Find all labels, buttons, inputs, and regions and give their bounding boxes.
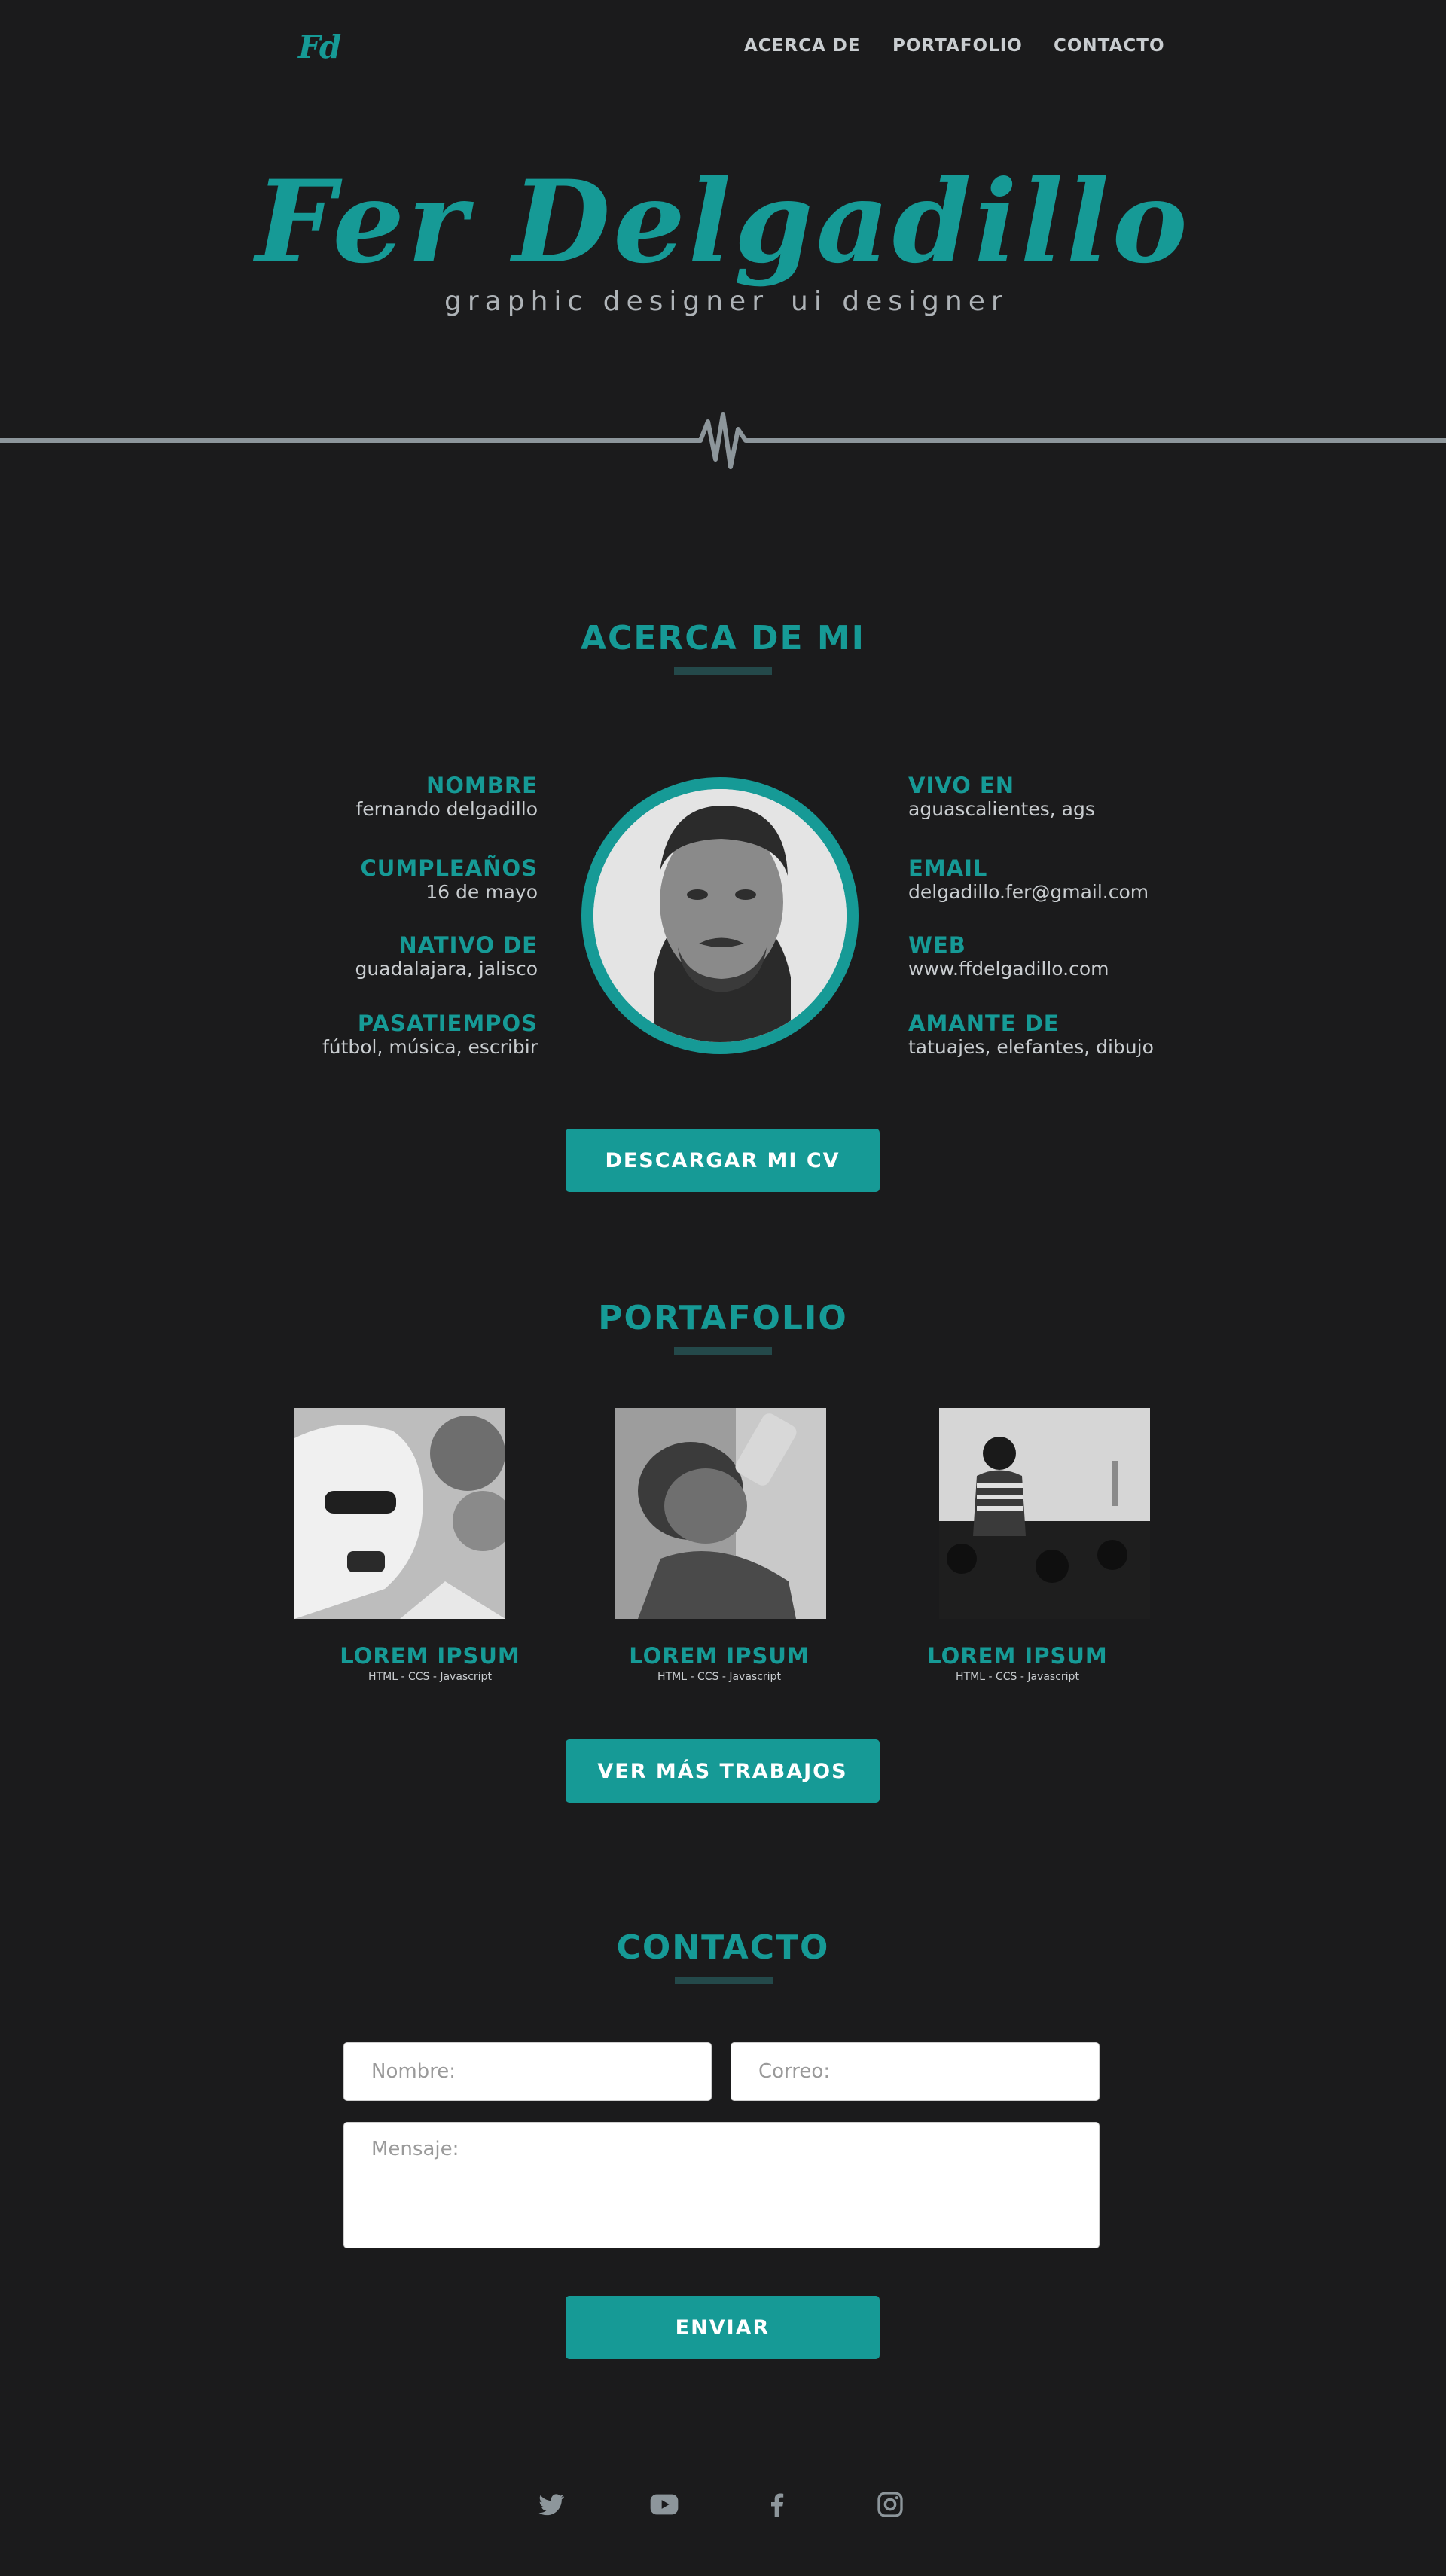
info-value: aguascalientes, ags xyxy=(908,798,1095,820)
info-lives: VIVO EN aguascalientes, ags xyxy=(908,773,1360,820)
profile-photo xyxy=(593,789,847,1042)
portfolio-item-title[interactable]: LOREM IPSUM xyxy=(599,1643,840,1669)
message-textarea[interactable] xyxy=(343,2122,1100,2248)
portfolio-thumb-1[interactable] xyxy=(294,1408,505,1619)
portfolio-item-title[interactable]: LOREM IPSUM xyxy=(897,1643,1138,1669)
site-logo[interactable]: Fd xyxy=(298,29,341,66)
download-cv-button[interactable]: DESCARGAR MI CV xyxy=(566,1129,880,1192)
portfolio-thumb-3[interactable] xyxy=(939,1408,1150,1619)
name-input[interactable] xyxy=(343,2042,712,2101)
about-title-underline xyxy=(674,667,772,675)
portfolio-title-underline xyxy=(674,1347,772,1355)
contact-title: CONTACTO xyxy=(616,1928,830,1967)
portfolio-image-1 xyxy=(294,1408,505,1619)
about-title: ACERCA DE MI xyxy=(581,619,865,657)
info-value: 16 de mayo xyxy=(426,881,538,903)
profile-avatar xyxy=(581,777,859,1054)
portfolio-item-tags: HTML - CCS - Javascript xyxy=(956,1671,1079,1683)
twitter-icon[interactable] xyxy=(536,2489,566,2520)
nav-link-contacto[interactable]: CONTACTO xyxy=(1054,36,1165,56)
hero-name: Fer Delgadillo xyxy=(255,156,1191,288)
portfolio-image-3 xyxy=(939,1408,1150,1619)
facebook-icon[interactable] xyxy=(762,2489,792,2520)
nav-link-acerca[interactable]: ACERCA DE xyxy=(744,36,861,56)
info-web: WEB www.ffdelgadillo.com xyxy=(908,932,1360,980)
hero-role-1: graphic designer xyxy=(444,286,769,317)
youtube-icon[interactable] xyxy=(649,2489,679,2520)
info-label: NOMBRE xyxy=(426,773,538,798)
info-email: EMAIL delgadillo.fer@gmail.com xyxy=(908,855,1360,903)
info-label: AMANTE DE xyxy=(908,1011,1060,1036)
info-value[interactable]: delgadillo.fer@gmail.com xyxy=(908,881,1360,903)
send-button[interactable]: ENVIAR xyxy=(566,2296,880,2359)
info-label: WEB xyxy=(908,932,966,958)
email-input[interactable] xyxy=(731,2042,1100,2101)
info-label: NATIVO DE xyxy=(398,932,538,958)
info-label: VIVO EN xyxy=(908,773,1014,798)
info-birthday: CUMPLEAÑOS 16 de mayo xyxy=(116,855,538,903)
info-label: EMAIL xyxy=(908,855,988,881)
hero-role-2: ui designer xyxy=(791,286,1008,317)
nav-link-portafolio[interactable]: PORTAFOLIO xyxy=(892,36,1023,56)
info-native: NATIVO DE guadalajara, jalisco xyxy=(116,932,538,980)
portfolio-item-title[interactable]: LOREM IPSUM xyxy=(310,1643,551,1669)
info-value: guadalajara, jalisco xyxy=(355,958,538,980)
info-name: NOMBRE fernando delgadillo xyxy=(116,773,538,820)
info-hobbies: PASATIEMPOS fútbol, música, escribir xyxy=(116,1011,538,1058)
more-works-button[interactable]: VER MÁS TRABAJOS xyxy=(566,1739,880,1803)
info-value: tatuajes, elefantes, dibujo xyxy=(908,1036,1154,1058)
instagram-icon[interactable] xyxy=(875,2489,905,2520)
info-label: CUMPLEAÑOS xyxy=(360,855,538,881)
portfolio-image-2 xyxy=(615,1408,826,1619)
info-label: PASATIEMPOS xyxy=(357,1011,538,1036)
heartbeat-divider xyxy=(0,412,1446,469)
info-value[interactable]: www.ffdelgadillo.com xyxy=(908,958,1360,980)
portfolio-item-tags: HTML - CCS - Javascript xyxy=(368,1671,492,1683)
info-value: fernando delgadillo xyxy=(355,798,538,820)
contact-title-underline xyxy=(675,1977,773,1984)
portfolio-thumb-2[interactable] xyxy=(615,1408,826,1619)
portfolio-item-tags: HTML - CCS - Javascript xyxy=(657,1671,781,1683)
info-loves: AMANTE DE tatuajes, elefantes, dibujo xyxy=(908,1011,1360,1058)
info-value: fútbol, música, escribir xyxy=(322,1036,538,1058)
portfolio-title: PORTAFOLIO xyxy=(598,1299,848,1337)
